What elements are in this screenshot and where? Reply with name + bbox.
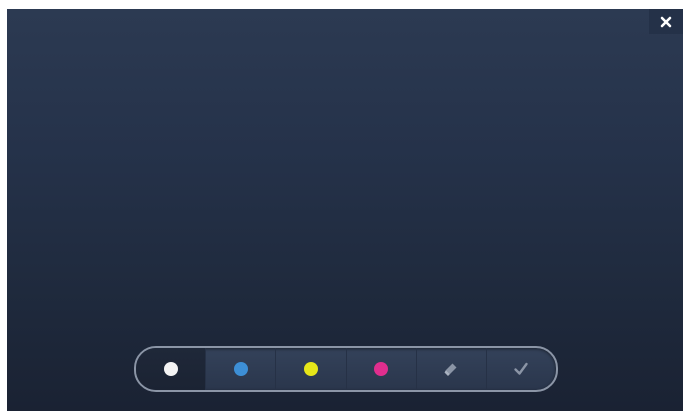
close-button[interactable] bbox=[649, 9, 683, 34]
done-button[interactable] bbox=[485, 348, 556, 390]
app-frame bbox=[0, 0, 683, 411]
color-blue-button[interactable] bbox=[205, 348, 275, 390]
blue-color-dot-icon bbox=[233, 362, 248, 376]
close-icon bbox=[660, 16, 672, 27]
color-white-button[interactable] bbox=[136, 348, 206, 390]
color-yellow-button[interactable] bbox=[275, 348, 345, 390]
white-color-dot-icon bbox=[163, 362, 178, 376]
eraser-button[interactable] bbox=[415, 348, 486, 390]
eraser-icon bbox=[444, 363, 457, 376]
yellow-color-dot-icon bbox=[303, 362, 318, 376]
drawing-canvas[interactable] bbox=[7, 9, 683, 411]
pen-toolbar bbox=[134, 346, 558, 392]
checkmark-icon bbox=[514, 362, 529, 375]
magenta-color-dot-icon bbox=[374, 362, 389, 376]
color-magenta-button[interactable] bbox=[345, 348, 416, 390]
